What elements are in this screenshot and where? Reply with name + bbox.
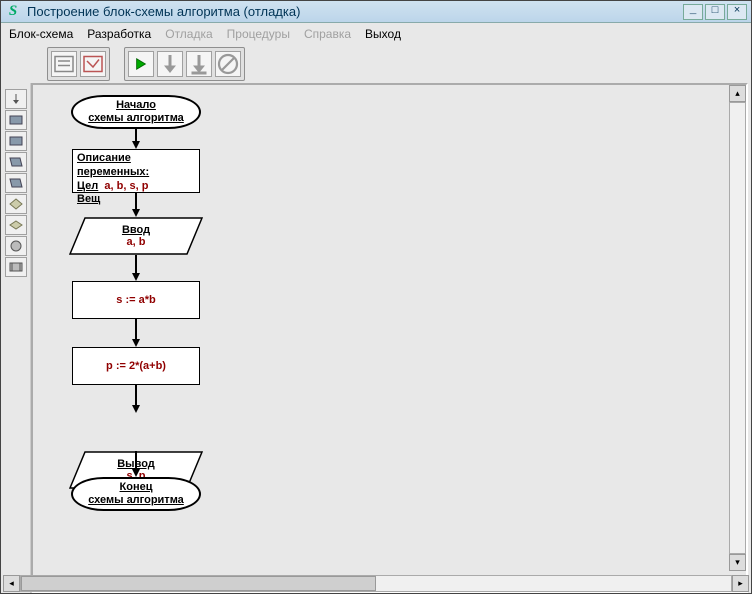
start-line1: Начало <box>116 99 156 112</box>
palette-arrow[interactable] <box>5 89 27 109</box>
content-area: Начало схемы алгоритма Описание переменн… <box>1 83 751 593</box>
toolbar-group-run <box>124 47 245 81</box>
decl-int-label: Цел <box>77 180 98 192</box>
start-line2: схемы алгоритма <box>88 112 184 125</box>
palette-subproc[interactable] <box>5 257 27 277</box>
proc1-text: s := a*b <box>116 294 155 306</box>
decl-title: Описание переменных: <box>77 152 149 178</box>
arrowhead-5 <box>132 405 140 413</box>
flowchart-canvas: Начало схемы алгоритма Описание переменн… <box>33 85 751 593</box>
input-label: Ввод <box>122 224 150 236</box>
scroll-left-button[interactable]: ◂ <box>3 575 20 592</box>
decl-real-label: Вещ <box>77 193 100 205</box>
toolbar <box>1 45 751 83</box>
step-button[interactable] <box>157 51 183 77</box>
canvas-area[interactable]: Начало схемы алгоритма Описание переменн… <box>31 83 748 593</box>
menu-help: Справка <box>304 27 351 41</box>
arrow-3 <box>135 255 137 275</box>
arrow-5 <box>135 385 137 407</box>
menu-blockscheme[interactable]: Блок-схема <box>9 27 73 41</box>
node-start[interactable]: Начало схемы алгоритма <box>71 95 201 129</box>
app-window: S Построение блок-схемы алгоритма (отлад… <box>0 0 752 594</box>
scroll-down-button[interactable]: ▾ <box>729 554 746 571</box>
window-controls: _ □ × <box>683 4 747 20</box>
palette-parallelogram-1[interactable] <box>5 152 27 172</box>
arrowhead-6 <box>132 469 140 477</box>
titlebar[interactable]: S Построение блок-схемы алгоритма (отлад… <box>1 1 751 23</box>
node-end[interactable]: Конец схемы алгоритма <box>71 477 201 511</box>
menu-develop[interactable]: Разработка <box>87 27 151 41</box>
palette-parallelogram-2[interactable] <box>5 173 27 193</box>
hscroll-track[interactable] <box>20 575 732 592</box>
run-button[interactable] <box>128 51 154 77</box>
node-declaration[interactable]: Описание переменных: Цел a, b, s, p Вещ <box>72 149 200 193</box>
node-input[interactable]: Ввод a, b <box>69 217 203 255</box>
toolbar-group-edit <box>47 47 110 81</box>
arrowhead-3 <box>132 273 140 281</box>
minimize-button[interactable]: _ <box>683 4 703 20</box>
edit-button[interactable] <box>51 51 77 77</box>
maximize-button[interactable]: □ <box>705 4 725 20</box>
shape-palette <box>1 83 31 593</box>
palette-rect-2[interactable] <box>5 131 27 151</box>
palette-connector[interactable] <box>5 236 27 256</box>
node-process-2[interactable]: p := 2*(a+b) <box>72 347 200 385</box>
palette-rect-1[interactable] <box>5 110 27 130</box>
node-process-1[interactable]: s := a*b <box>72 281 200 319</box>
arrowhead-4 <box>132 339 140 347</box>
menu-debug: Отладка <box>165 27 212 41</box>
scroll-up-button[interactable]: ▴ <box>729 85 746 102</box>
input-vars: a, b <box>127 236 146 248</box>
format-button[interactable] <box>80 51 106 77</box>
menubar: Блок-схема Разработка Отладка Процедуры … <box>1 23 751 45</box>
vertical-scrollbar[interactable]: ▴ ▾ <box>729 85 746 571</box>
horizontal-scrollbar[interactable]: ◂ ▸ <box>3 575 749 592</box>
palette-diamond[interactable] <box>5 194 27 214</box>
end-line2: схемы алгоритма <box>88 494 184 507</box>
palette-hexagon[interactable] <box>5 215 27 235</box>
end-line1: Конец <box>120 481 153 494</box>
scroll-right-button[interactable]: ▸ <box>732 575 749 592</box>
proc2-text: p := 2*(a+b) <box>106 360 166 372</box>
arrowhead-1 <box>132 141 140 149</box>
window-title: Построение блок-схемы алгоритма (отладка… <box>27 4 683 19</box>
stop-button[interactable] <box>215 51 241 77</box>
close-button[interactable]: × <box>727 4 747 20</box>
arrowhead-2 <box>132 209 140 217</box>
decl-int-vars: a, b, s, p <box>104 180 148 192</box>
step-into-button[interactable] <box>186 51 212 77</box>
hscroll-thumb[interactable] <box>21 576 376 591</box>
arrow-6 <box>135 451 137 471</box>
app-icon: S <box>5 4 21 20</box>
menu-exit[interactable]: Выход <box>365 27 401 41</box>
arrow-4 <box>135 319 137 341</box>
menu-procedures: Процедуры <box>227 27 290 41</box>
vscroll-track[interactable] <box>729 102 746 554</box>
